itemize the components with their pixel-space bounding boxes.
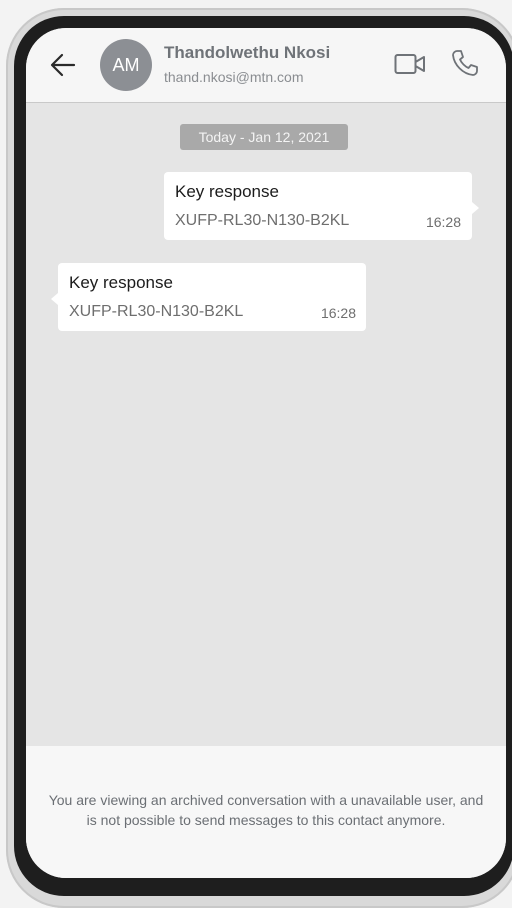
contact-email: thand.nkosi@mtn.com (164, 69, 304, 85)
chat-header: AM Thandolwethu Nkosi thand.nkosi@mtn.co… (26, 28, 506, 103)
phone-icon[interactable] (450, 48, 480, 78)
message-code: XUFP-RL30-N130-B2KL (175, 212, 350, 229)
bubble-tail (472, 202, 479, 214)
message-bubble-sent[interactable]: Key response XUFP-RL30-N130-B2KL 16:28 (164, 172, 479, 240)
avatar[interactable]: AM (100, 39, 152, 91)
archived-notice-text: You are viewing an archived conversation… (48, 792, 484, 828)
contact-name[interactable]: Thandolwethu Nkosi (164, 43, 330, 63)
message-time: 16:28 (425, 214, 461, 230)
bubble-tail (51, 293, 58, 305)
message-title: Key response (69, 273, 173, 292)
video-camera-icon[interactable] (394, 52, 426, 76)
message-time: 16:28 (320, 305, 356, 321)
message-bubble-received[interactable]: Key response XUFP-RL30-N130-B2KL 16:28 (51, 263, 366, 331)
message-code: XUFP-RL30-N130-B2KL (69, 303, 244, 320)
chat-screen: AM Thandolwethu Nkosi thand.nkosi@mtn.co… (26, 28, 506, 878)
message-title: Key response (175, 182, 279, 201)
archived-notice-footer: You are viewing an archived conversation… (26, 746, 506, 878)
date-separator: Today - Jan 12, 2021 (180, 124, 348, 150)
arrow-left-icon[interactable] (50, 52, 76, 78)
